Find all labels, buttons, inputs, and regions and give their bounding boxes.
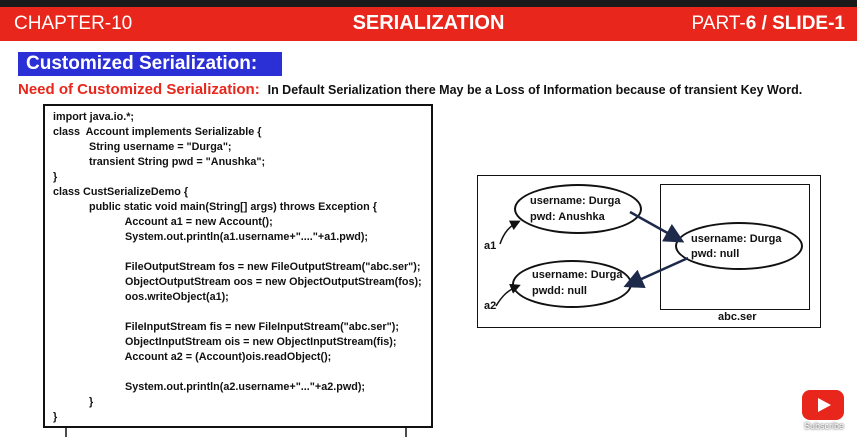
deserialize-arrow bbox=[623, 256, 689, 288]
bottom-ticks bbox=[65, 428, 407, 437]
a2-pointer bbox=[495, 283, 521, 307]
subscribe-button[interactable] bbox=[802, 390, 844, 420]
a1-pointer bbox=[499, 220, 521, 245]
diagram-arrows bbox=[495, 210, 689, 307]
play-icon bbox=[818, 398, 831, 412]
subscribe-label[interactable]: Subscribe bbox=[804, 421, 844, 431]
serialize-arrow bbox=[629, 210, 685, 243]
